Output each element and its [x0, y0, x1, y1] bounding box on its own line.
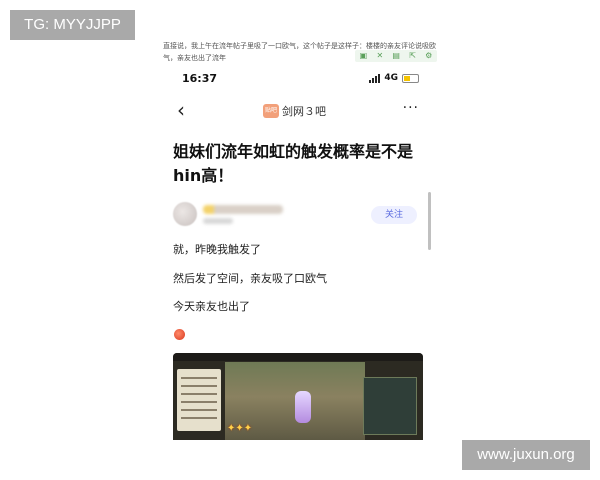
forum-name-chip[interactable]: 贴吧 剑网３吧 — [263, 102, 326, 120]
game-screenshot-image[interactable]: ✦✦✦ — [173, 353, 423, 440]
mini-toolbar: ▣ ✕ ▤ ⇱ ⚙ — [355, 50, 437, 62]
battery-icon — [402, 73, 419, 83]
phone-screenshot: 16:37 4G ‹ 贴吧 剑网３吧 ··· 姐妹们流年如虹的触发概率是不是hi… — [163, 64, 433, 440]
emoji-icon — [174, 329, 185, 340]
network-type: 4G — [384, 73, 398, 83]
follow-button[interactable]: 关注 — [371, 206, 417, 224]
game-event-logo: ✦✦✦ — [227, 423, 253, 434]
post-paragraph-3: 今天亲友也出了 — [173, 300, 250, 313]
avatar[interactable] — [173, 202, 197, 226]
tieba-logo-icon: 贴吧 — [263, 104, 279, 118]
status-time: 16:37 — [182, 72, 218, 85]
post-paragraph-2: 然后发了空间，亲友吸了口欧气 — [173, 272, 327, 285]
tg-watermark-badge: TG: MYYJJPP — [10, 10, 135, 40]
expand-icon[interactable]: ✕ — [376, 50, 383, 62]
back-chevron-icon[interactable]: ‹ — [177, 100, 185, 120]
image-top-strip — [173, 353, 423, 361]
forum-name: 剑网３吧 — [282, 105, 326, 118]
signal-icon — [369, 73, 381, 83]
game-character — [295, 391, 311, 423]
post-title: 姐妹们流年如虹的触发概率是不是hin高！ — [173, 142, 414, 185]
book-icon[interactable]: ▣ — [360, 50, 368, 62]
share-icon[interactable]: ⇱ — [409, 50, 416, 62]
status-bar: 16:37 4G — [163, 72, 433, 88]
author-row: 关注 — [173, 202, 423, 232]
nav-bar: ‹ 贴吧 剑网３吧 ··· — [163, 100, 433, 124]
more-options-icon[interactable]: ··· — [403, 100, 419, 116]
game-minimap-panel — [363, 377, 417, 435]
status-right-group: 4G — [369, 73, 419, 83]
blurred-username — [203, 205, 283, 214]
post-paragraph-1: 就，昨晚我触发了 — [173, 243, 261, 256]
scrollbar[interactable] — [428, 192, 431, 250]
site-watermark: www.juxun.org — [462, 440, 590, 470]
copy-icon[interactable]: ▤ — [392, 50, 400, 62]
settings-icon[interactable]: ⚙ — [425, 50, 432, 62]
blurred-user-meta — [203, 218, 233, 224]
game-quest-panel — [177, 369, 221, 431]
